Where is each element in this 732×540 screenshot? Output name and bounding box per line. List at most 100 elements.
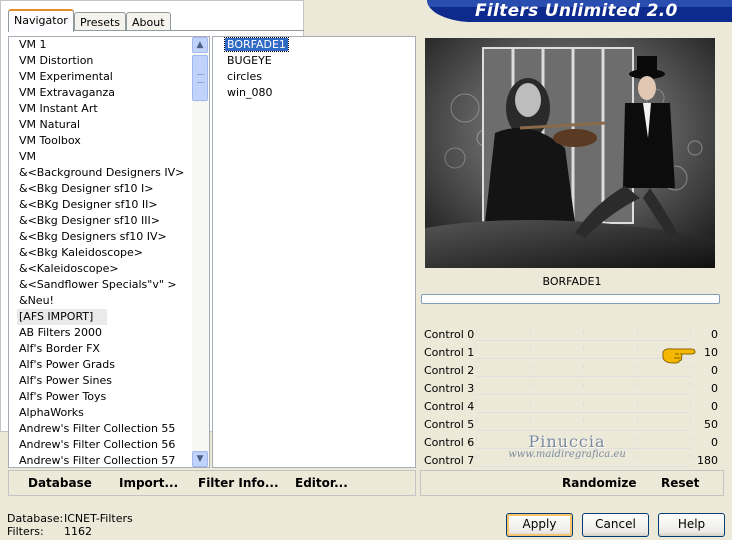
category-scrollbar[interactable]: ▲ ▼ (192, 37, 209, 467)
category-item[interactable]: VM (9, 149, 192, 165)
control-value: 0 (711, 382, 718, 395)
randomize-button[interactable]: Randomize (562, 476, 636, 490)
control-label: Control 3 (424, 382, 475, 395)
left-button-bar: Database Import... Filter Info... Editor… (8, 470, 416, 496)
help-button[interactable]: Help (658, 513, 725, 537)
control-ticks (476, 347, 691, 357)
control-track[interactable] (476, 394, 691, 395)
control-track[interactable] (476, 412, 691, 413)
category-item[interactable]: VM Distortion (9, 53, 192, 69)
apply-button[interactable]: Apply (506, 513, 573, 537)
category-item[interactable]: Alf's Border FX (9, 341, 192, 357)
control-ticks (476, 401, 691, 411)
filter-item-label: BUGEYE (227, 54, 272, 67)
control-track[interactable] (476, 358, 691, 359)
filter-item-label: BORFADE1 (224, 37, 289, 52)
control-label: Control 6 (424, 436, 475, 449)
control-label: Control 1 (424, 346, 475, 359)
preview-artwork (425, 38, 715, 268)
category-item[interactable]: &<Bkg Designers sf10 IV> (9, 229, 192, 245)
category-item[interactable]: &<BKg Designer sf10 II> (9, 197, 192, 213)
scroll-down-icon[interactable]: ▼ (192, 451, 208, 467)
category-item[interactable]: VM Extravaganza (9, 85, 192, 101)
control-value: 180 (697, 454, 718, 467)
title-banner: Filters Unlimited 2.0 (427, 0, 732, 22)
editor-button[interactable]: Editor... (295, 476, 348, 490)
filters-label: Filters: (7, 525, 44, 538)
filter-list[interactable]: BORFADE1 BUGEYE circles win_080 (212, 36, 416, 468)
category-item[interactable]: Andrew's Filter Collection 55 (9, 421, 192, 437)
database-value: ICNET-Filters (64, 512, 133, 525)
control-value: 0 (711, 400, 718, 413)
control-slider[interactable]: Control 3 0 (421, 380, 721, 398)
control-value: 50 (704, 418, 718, 431)
filter-item-label: circles (227, 70, 262, 83)
control-ticks (476, 329, 691, 339)
category-item[interactable]: VM Natural (9, 117, 192, 133)
filter-item[interactable]: win_080 (213, 85, 415, 101)
tab-about[interactable]: About (126, 12, 171, 31)
control-value: 0 (711, 436, 718, 449)
filter-item[interactable]: circles (213, 69, 415, 85)
category-item[interactable]: AlphaWorks (9, 405, 192, 421)
category-item[interactable]: [AFS IMPORT] (17, 309, 107, 325)
control-slider[interactable]: Control 2 0 (421, 362, 721, 380)
category-item[interactable]: Andrew's Filter Collection 57 (9, 453, 192, 467)
control-ticks (476, 365, 691, 375)
category-item[interactable]: VM Instant Art (9, 101, 192, 117)
filter-item-label: win_080 (227, 86, 273, 99)
control-value: 10 (704, 346, 718, 359)
filter-item[interactable]: BUGEYE (213, 53, 415, 69)
filter-info-button[interactable]: Filter Info... (198, 476, 279, 490)
progress-bar (421, 294, 720, 304)
tab-presets[interactable]: Presets (74, 12, 127, 31)
watermark: Pinuccia www.maidiregrafica.eu (492, 432, 642, 460)
control-track[interactable] (476, 376, 691, 377)
category-item[interactable]: &<Background Designers IV> (9, 165, 192, 181)
control-track[interactable] (476, 340, 691, 341)
category-item[interactable]: VM Experimental (9, 69, 192, 85)
preview-image (425, 38, 715, 268)
control-track[interactable] (476, 430, 691, 431)
control-value: 0 (711, 364, 718, 377)
preview-filter-name: BORFADE1 (542, 275, 602, 288)
control-label: Control 5 (424, 418, 475, 431)
category-item[interactable]: AB Filters 2000 (9, 325, 192, 341)
import-button[interactable]: Import... (119, 476, 178, 490)
category-item[interactable]: Andrew's Filter Collection 56 (9, 437, 192, 453)
category-item[interactable]: &<Bkg Kaleidoscope> (9, 245, 192, 261)
scroll-up-icon[interactable]: ▲ (192, 37, 208, 53)
filter-items: BORFADE1 BUGEYE circles win_080 (213, 37, 415, 101)
scroll-thumb[interactable] (192, 55, 208, 101)
category-item[interactable]: &<Kaleidoscope> (9, 261, 192, 277)
pointing-hand-icon (662, 348, 696, 364)
filter-item[interactable]: BORFADE1 (213, 37, 415, 53)
category-item[interactable]: &<Bkg Designer sf10 I> (9, 181, 192, 197)
database-button[interactable]: Database (28, 476, 92, 490)
tab-navigator[interactable]: Navigator (8, 9, 74, 32)
reset-button[interactable]: Reset (661, 476, 699, 490)
category-items: VM 1 VM Distortion VM Experimental VM Extra… (9, 37, 192, 467)
control-slider[interactable]: Control 0 0 (421, 326, 721, 344)
control-label: Control 4 (424, 400, 475, 413)
control-label: Control 2 (424, 364, 475, 377)
database-label: Database: (7, 512, 64, 525)
category-list[interactable]: VM 1 VM Distortion VM Experimental VM Extra… (8, 36, 210, 468)
category-item[interactable]: VM 1 (9, 37, 192, 53)
category-item[interactable]: &<Sandflower Specials"v" > (9, 277, 192, 293)
control-slider[interactable]: Control 4 0 (421, 398, 721, 416)
category-item[interactable]: VM Toolbox (9, 133, 192, 149)
category-item[interactable]: &Neu! (9, 293, 192, 309)
control-track[interactable] (476, 466, 691, 467)
banner-title: Filters Unlimited 2.0 (475, 1, 678, 21)
category-item[interactable]: &<Bkg Designer sf10 III> (9, 213, 192, 229)
category-item[interactable]: Alf's Power Sines (9, 373, 192, 389)
category-item[interactable]: Alf's Power Grads (9, 357, 192, 373)
control-label: Control 0 (424, 328, 475, 341)
control-ticks (476, 419, 691, 429)
cancel-button[interactable]: Cancel (582, 513, 649, 537)
control-label: Control 7 (424, 454, 475, 467)
control-value: 0 (711, 328, 718, 341)
category-item[interactable]: Alf's Power Toys (9, 389, 192, 405)
right-button-bar: Randomize Reset (420, 470, 724, 496)
